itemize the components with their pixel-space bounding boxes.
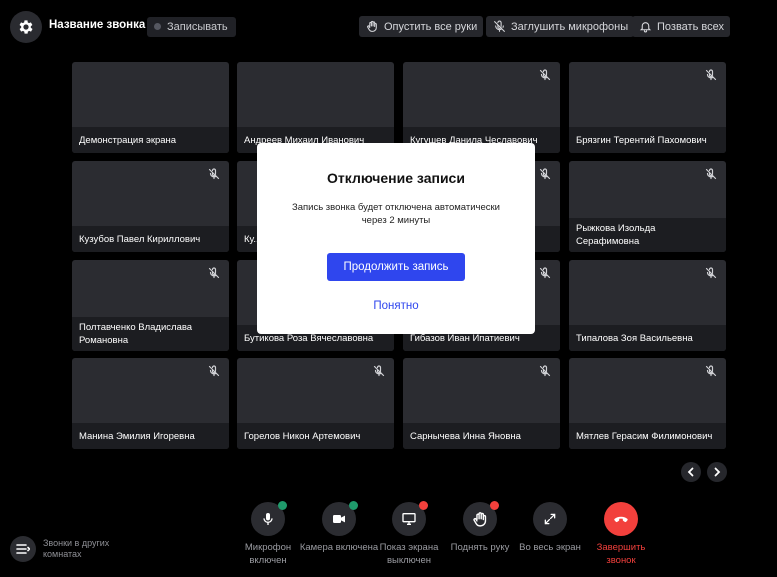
chevron-right-icon xyxy=(714,467,721,477)
participant-name: Демонстрация экрана xyxy=(72,127,229,153)
participant-tile[interactable]: Горелов Никон Артемович xyxy=(237,358,394,449)
mic-off-icon xyxy=(494,20,505,32)
call-title: Название звонка xyxy=(49,19,146,31)
screen-share-label: Показ экрана выключен xyxy=(379,542,439,566)
continue-recording-button[interactable]: Продолжить запись xyxy=(327,253,465,281)
participant-name: Горелов Никон Артемович xyxy=(237,423,394,449)
mute-all-mics-label: Заглушить микрофоны xyxy=(511,20,629,33)
expand-icon xyxy=(544,513,556,525)
participant-name: Рыжкова Изольда Серафимовна xyxy=(569,218,726,252)
mic-muted-icon xyxy=(705,364,717,377)
bell-icon xyxy=(639,22,652,33)
phone-hangup-icon xyxy=(614,516,628,523)
participant-tile[interactable]: Типалова Зоя Васильевна xyxy=(569,260,726,351)
mic-muted-icon xyxy=(208,167,220,180)
end-call-button[interactable]: Завершить звонок xyxy=(581,502,661,567)
participant-name: Сарнычева Инна Яновна xyxy=(403,423,560,449)
status-on-badge xyxy=(278,501,287,510)
camera-label: Камера включена xyxy=(299,542,379,553)
participant-tile[interactable]: Кузубов Павел Кириллович xyxy=(72,161,229,252)
participant-tile[interactable]: Рыжкова Изольда Серафимовна xyxy=(569,161,726,252)
call-header: Название звонка Записывать Опустить все … xyxy=(0,0,777,54)
participant-tile[interactable]: Сарнычева Инна Яновна xyxy=(403,358,560,449)
chevron-left-icon xyxy=(687,467,694,477)
call-all-label: Позвать всех xyxy=(657,20,724,33)
other-rooms-label: Звонки в других комнатах xyxy=(43,538,110,559)
mute-all-mics-button[interactable]: Заглушить микрофоны xyxy=(486,16,635,37)
call-all-button[interactable]: Позвать всех xyxy=(632,16,730,37)
participant-tile[interactable]: Демонстрация экрана xyxy=(72,62,229,153)
dialog-text: Запись звонка будет отключена автоматиче… xyxy=(291,202,500,226)
participant-tile[interactable]: Брязгин Терентий Пахомович xyxy=(569,62,726,153)
camera-toggle-button[interactable]: Камера включена xyxy=(299,501,379,554)
status-off-badge xyxy=(419,501,428,510)
next-page-button[interactable] xyxy=(707,462,727,482)
participant-name: Типалова Зоя Васильевна xyxy=(569,325,726,351)
fullscreen-button[interactable]: Во весь экран xyxy=(510,502,590,554)
other-rooms-button[interactable]: Звонки в других комнатах xyxy=(10,536,133,562)
hand-icon xyxy=(472,511,486,527)
end-call-label: Завершить звонок xyxy=(596,542,646,566)
record-button[interactable]: Записывать xyxy=(147,17,236,37)
settings-button[interactable] xyxy=(10,11,42,43)
mic-muted-icon xyxy=(705,167,717,180)
participant-tile[interactable]: Манина Эмилия Игоревна xyxy=(72,358,229,449)
menu-icon xyxy=(10,536,36,562)
raise-hand-label: Поднять руку xyxy=(450,542,510,553)
participant-name: Полтавченко Владислава Романовна xyxy=(72,317,229,351)
participant-tile[interactable]: Полтавченко Владислава Романовна xyxy=(72,260,229,351)
participant-name: Кузубов Павел Кириллович xyxy=(72,226,229,252)
camera-icon xyxy=(333,515,345,523)
mic-toggle-button[interactable]: Микрофон включен xyxy=(228,501,308,567)
status-on-badge xyxy=(349,501,358,510)
mic-muted-icon xyxy=(539,364,551,377)
mic-label: Микрофон включен xyxy=(244,542,292,566)
participant-name: Брязгин Терентий Пахомович xyxy=(569,127,726,153)
lower-all-hands-button[interactable]: Опустить все руки xyxy=(359,16,484,37)
participant-tile[interactable]: Андреев Михаил Иванович xyxy=(237,62,394,153)
prev-page-button[interactable] xyxy=(681,462,701,482)
participant-tile[interactable]: Кугушев Данила Чеславович xyxy=(403,62,560,153)
raise-hand-button[interactable]: Поднять руку xyxy=(440,501,520,554)
record-dot-icon xyxy=(154,23,161,30)
status-off-badge xyxy=(490,501,499,510)
screen-share-button[interactable]: Показ экрана выключен xyxy=(369,501,449,567)
monitor-icon xyxy=(402,513,416,525)
participant-name: Манина Эмилия Игоревна xyxy=(72,423,229,449)
mic-muted-icon xyxy=(539,167,551,180)
lower-all-hands-label: Опустить все руки xyxy=(384,20,478,33)
mic-muted-icon xyxy=(208,364,220,377)
mic-muted-icon xyxy=(373,364,385,377)
mic-muted-icon xyxy=(705,68,717,81)
hand-icon xyxy=(367,20,377,32)
mic-muted-icon xyxy=(539,68,551,81)
mic-muted-icon xyxy=(539,266,551,279)
record-label: Записывать xyxy=(167,21,228,33)
understood-link[interactable]: Понятно xyxy=(257,300,535,312)
participant-name: Мятлев Герасим Филимонович xyxy=(569,423,726,449)
gear-icon xyxy=(19,20,33,34)
mic-muted-icon xyxy=(705,266,717,279)
recording-off-dialog: Отключение записи Запись звонка будет от… xyxy=(257,143,535,334)
dialog-title: Отключение записи xyxy=(327,170,465,186)
microphone-icon xyxy=(263,513,273,525)
fullscreen-label: Во весь экран xyxy=(519,542,581,553)
participant-tile[interactable]: Мятлев Герасим Филимонович xyxy=(569,358,726,449)
mic-muted-icon xyxy=(208,266,220,279)
